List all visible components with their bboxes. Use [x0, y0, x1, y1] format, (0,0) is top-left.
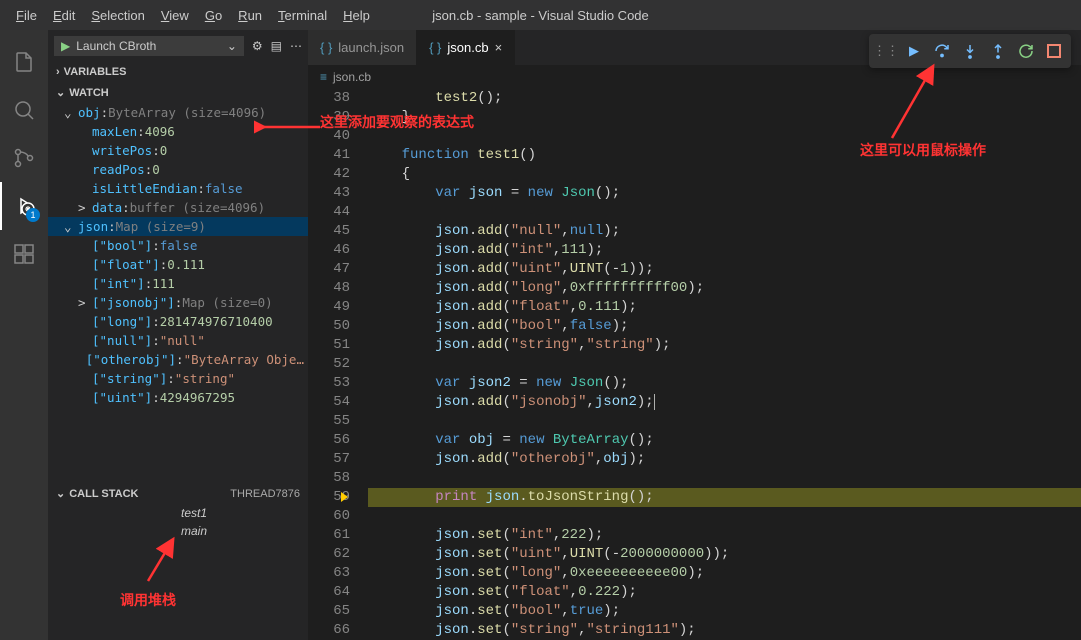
launch-config-label: Launch CBroth — [76, 39, 156, 53]
variables-section-header[interactable]: ›VARIABLES — [48, 62, 308, 82]
watch-prop[interactable]: >["jsonobj"]: Map (size=0) — [48, 293, 308, 312]
drag-handle-icon[interactable]: ⋮⋮ — [873, 38, 899, 64]
close-icon[interactable]: × — [495, 40, 503, 55]
menubar: FileEditSelectionViewGoRunTerminalHelp j… — [0, 0, 1081, 30]
watch-prop[interactable]: isLittleEndian: false — [48, 179, 308, 198]
watch-prop[interactable]: ["string"]: "string" — [48, 369, 308, 388]
explorer-icon[interactable] — [0, 38, 48, 86]
watch-prop[interactable]: ["otherobj"]: "ByteArray Obje… — [48, 350, 308, 369]
file-icon: { } — [429, 40, 441, 55]
editor-tab[interactable]: { }launch.json — [308, 30, 417, 65]
watch-prop[interactable]: >data: buffer (size=4096) — [48, 198, 308, 217]
file-icon: { } — [320, 40, 332, 55]
watch-prop[interactable]: ["uint"]: 4294967295 — [48, 388, 308, 407]
menu-view[interactable]: View — [153, 4, 197, 27]
menu-selection[interactable]: Selection — [83, 4, 152, 27]
watch-item-obj[interactable]: ⌄obj: ByteArray (size=4096) — [48, 103, 308, 122]
extensions-icon[interactable] — [0, 230, 48, 278]
watch-prop[interactable]: ["bool"]: false — [48, 236, 308, 255]
activity-bar: 1 — [0, 30, 48, 640]
watch-section-header[interactable]: ⌄WATCH — [48, 82, 308, 103]
launch-config-select[interactable]: ▶ Launch CBroth ⌄ — [54, 36, 244, 56]
menu-file[interactable]: File — [8, 4, 45, 27]
menu-run[interactable]: Run — [230, 4, 270, 27]
line-numbers: 3839404142434445464748495051525354555657… — [308, 89, 368, 640]
search-icon[interactable] — [0, 86, 48, 134]
editor-tab[interactable]: { }json.cb× — [417, 30, 515, 65]
source-control-icon[interactable] — [0, 134, 48, 182]
debug-toolbar: ⋮⋮ ▶ — [869, 34, 1071, 68]
file-icon: ≡ — [320, 70, 327, 84]
more-icon[interactable]: ⋯ — [290, 39, 302, 53]
watch-prop[interactable]: ["long"]: 281474976710400 — [48, 312, 308, 331]
restart-icon[interactable] — [1013, 38, 1039, 64]
callstack-frame[interactable]: main — [48, 522, 308, 540]
gear-icon[interactable]: ⚙ — [252, 39, 263, 53]
watch-prop[interactable]: ["null"]: "null" — [48, 331, 308, 350]
menu-help[interactable]: Help — [335, 4, 378, 27]
callstack-frame[interactable]: test1 — [48, 504, 308, 522]
chevron-down-icon: ⌄ — [227, 39, 237, 53]
watch-prop[interactable]: readPos: 0 — [48, 160, 308, 179]
watch-prop[interactable]: maxLen: 4096 — [48, 122, 308, 141]
watch-item-json[interactable]: ⌄json: Map (size=9) — [48, 217, 308, 236]
watch-prop[interactable]: writePos: 0 — [48, 141, 308, 160]
debug-sidebar: ▶ Launch CBroth ⌄ ⚙ ▤ ⋯ ›VARIABLES ⌄WATC… — [48, 30, 308, 640]
watch-tree: ⌄obj: ByteArray (size=4096) maxLen: 4096… — [48, 103, 308, 407]
debug-console-icon[interactable]: ▤ — [271, 39, 282, 53]
debug-badge: 1 — [26, 208, 40, 222]
watch-prop[interactable]: ["float"]: 0.111 — [48, 255, 308, 274]
code-editor[interactable]: 3839404142434445464748495051525354555657… — [308, 89, 1081, 640]
run-debug-icon[interactable]: 1 — [0, 182, 48, 230]
menu-terminal[interactable]: Terminal — [270, 4, 335, 27]
step-out-icon[interactable] — [985, 38, 1011, 64]
menu-go[interactable]: Go — [197, 4, 230, 27]
editor-area: ⋮⋮ ▶ { }launch.json{ }json.cb× ≡ json.cb… — [308, 30, 1081, 640]
step-into-icon[interactable] — [957, 38, 983, 64]
callstack-section-header[interactable]: ⌄CALL STACKTHREAD7876 — [48, 483, 308, 504]
start-debug-icon[interactable]: ▶ — [61, 39, 70, 53]
continue-icon[interactable]: ▶ — [901, 38, 927, 64]
watch-prop[interactable]: ["int"]: 111 — [48, 274, 308, 293]
breadcrumb[interactable]: ≡ json.cb — [308, 65, 1081, 89]
stop-icon[interactable] — [1041, 38, 1067, 64]
menu-edit[interactable]: Edit — [45, 4, 83, 27]
step-over-icon[interactable] — [929, 38, 955, 64]
